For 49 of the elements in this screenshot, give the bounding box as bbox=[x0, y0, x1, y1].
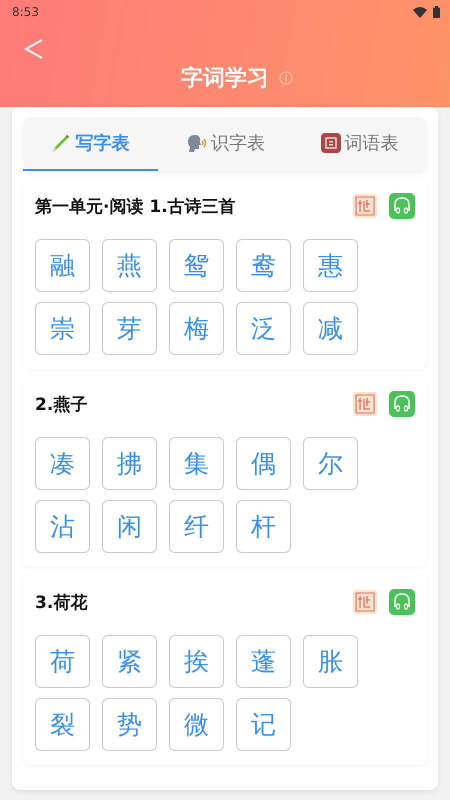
headphones-icon[interactable] bbox=[389, 193, 415, 219]
character-tile[interactable]: 紧 bbox=[102, 635, 157, 688]
character-tile[interactable]: 微 bbox=[169, 698, 224, 751]
lesson-title: 3.荷花 bbox=[35, 592, 88, 614]
character-tile[interactable]: 拂 bbox=[102, 437, 157, 490]
character-tile[interactable]: 记 bbox=[236, 698, 291, 751]
character-tile[interactable]: 沾 bbox=[35, 500, 90, 553]
tab[interactable]: 识字表 bbox=[158, 117, 292, 171]
character-tile[interactable]: 集 bbox=[169, 437, 224, 490]
character-tile[interactable]: 蓬 bbox=[236, 635, 291, 688]
book-icon bbox=[320, 133, 341, 153]
character-tile[interactable]: 凑 bbox=[35, 437, 90, 490]
lesson-title: 第一单元·阅读 1.古诗三首 bbox=[35, 196, 236, 218]
headphones-icon[interactable] bbox=[389, 391, 415, 417]
back-icon[interactable] bbox=[24, 38, 44, 60]
character-tile[interactable]: 纤 bbox=[169, 500, 224, 553]
character-tile[interactable]: 胀 bbox=[303, 635, 358, 688]
character-tile[interactable]: 闲 bbox=[102, 500, 157, 553]
character-tile[interactable]: 偶 bbox=[236, 437, 291, 490]
character-tile[interactable]: 融 bbox=[35, 239, 90, 292]
wifi-icon bbox=[413, 6, 427, 18]
character-tile[interactable]: 尔 bbox=[303, 437, 358, 490]
status-time: 8:53 bbox=[12, 5, 39, 19]
tab[interactable]: 写字表 bbox=[23, 117, 158, 171]
character-tile[interactable]: 燕 bbox=[102, 239, 157, 292]
info-icon[interactable] bbox=[279, 71, 293, 85]
tab[interactable]: 词语表 bbox=[292, 117, 428, 171]
character-tile[interactable]: 泛 bbox=[236, 302, 291, 355]
character-tile[interactable]: 裂 bbox=[35, 698, 90, 751]
character-tile[interactable]: 挨 bbox=[169, 635, 224, 688]
character-tile[interactable]: 鸳 bbox=[169, 239, 224, 292]
character-tile[interactable]: 梅 bbox=[169, 302, 224, 355]
page-title: 字词学习 bbox=[181, 64, 269, 93]
lesson-title: 2.燕子 bbox=[35, 394, 88, 416]
character-tile[interactable]: 势 bbox=[102, 698, 157, 751]
character-tile[interactable]: 荷 bbox=[35, 635, 90, 688]
character-tile[interactable]: 减 bbox=[303, 302, 358, 355]
stamp-icon[interactable] bbox=[353, 392, 377, 416]
battery-icon bbox=[433, 6, 440, 18]
headphones-icon[interactable] bbox=[389, 589, 415, 615]
character-tile[interactable]: 鸯 bbox=[236, 239, 291, 292]
speaking-head-icon bbox=[185, 133, 207, 153]
pencil-icon bbox=[51, 133, 72, 153]
character-tile[interactable]: 惠 bbox=[303, 239, 358, 292]
stamp-icon[interactable] bbox=[353, 194, 377, 218]
character-tile[interactable]: 杆 bbox=[236, 500, 291, 553]
character-tile[interactable]: 芽 bbox=[102, 302, 157, 355]
stamp-icon[interactable] bbox=[353, 590, 377, 614]
character-tile[interactable]: 崇 bbox=[35, 302, 90, 355]
